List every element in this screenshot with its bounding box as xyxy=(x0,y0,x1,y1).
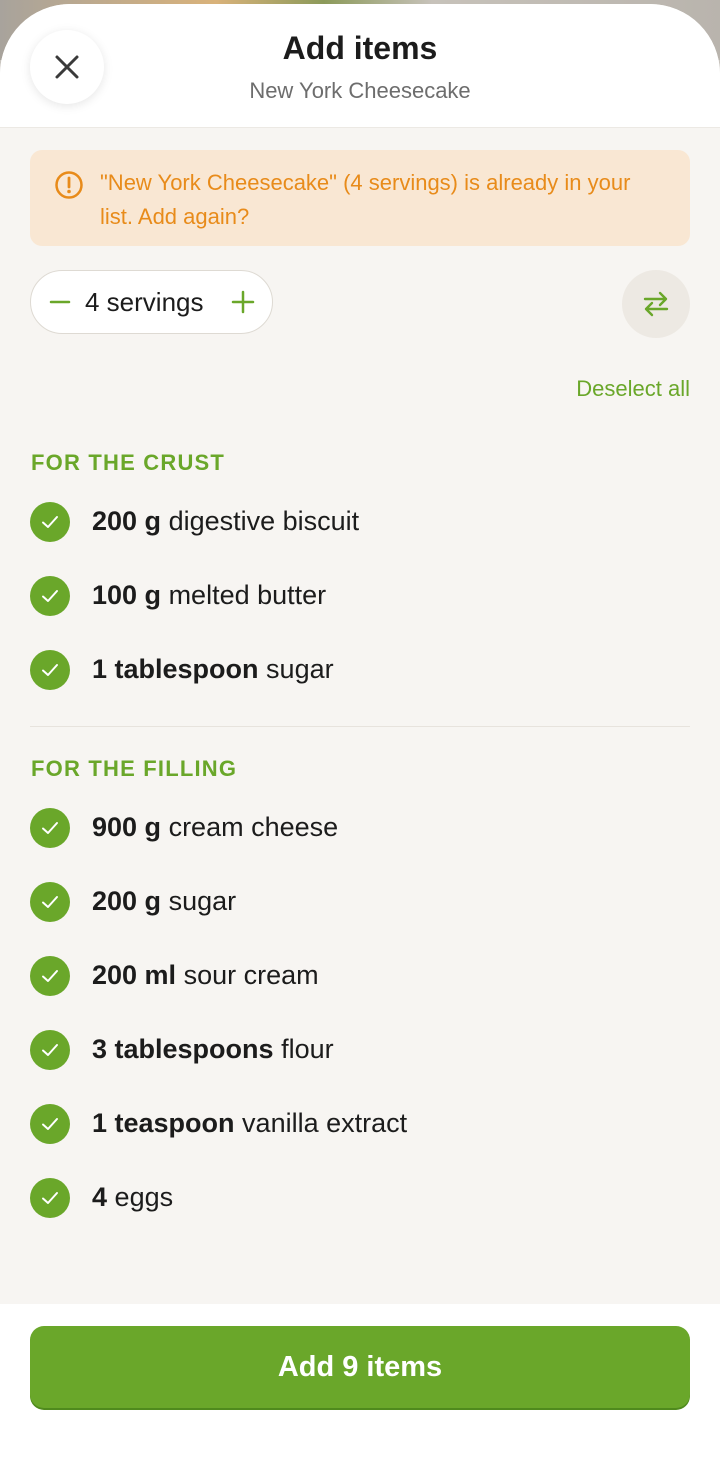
ingredient-name: sugar xyxy=(266,654,334,684)
checkmark-icon xyxy=(42,1192,58,1204)
ingredient-quantity: 900 g xyxy=(92,812,162,842)
ingredient-checkbox[interactable] xyxy=(30,882,70,922)
ingredient-row[interactable]: 100 g melted butter xyxy=(30,576,690,636)
servings-stepper: 4 servings xyxy=(30,270,273,334)
ingredient-name: melted butter xyxy=(168,580,327,610)
ingredient-checkbox[interactable] xyxy=(30,650,70,690)
ingredient-quantity: 200 ml xyxy=(92,960,177,990)
section-title-filling: FOR THE FILLING xyxy=(31,756,238,781)
ingredient-checkbox[interactable] xyxy=(30,502,70,542)
ingredient-name: vanilla extract xyxy=(242,1108,408,1138)
swap-button[interactable] xyxy=(622,270,690,338)
ingredient-row[interactable]: 4 eggs xyxy=(30,1178,690,1238)
ingredient-row[interactable]: 3 tablespoons flour xyxy=(30,1030,690,1090)
ingredient-name: digestive biscuit xyxy=(168,506,360,536)
checkmark-icon xyxy=(42,1044,58,1056)
checkmark-icon xyxy=(42,970,58,982)
add-items-sheet: Add items New York Cheesecake "New York … xyxy=(0,4,720,1466)
increase-servings-button[interactable] xyxy=(231,290,255,319)
ingredient-quantity: 200 g xyxy=(92,886,162,916)
deselect-all-link[interactable]: Deselect all xyxy=(576,376,690,402)
warning-icon xyxy=(55,171,83,199)
section-divider xyxy=(30,726,690,727)
ingredient-quantity: 1 teaspoon xyxy=(92,1108,235,1138)
ingredient-name: eggs xyxy=(114,1182,174,1212)
swap-arrows-icon xyxy=(643,291,669,317)
ingredient-quantity: 4 xyxy=(92,1182,108,1212)
ingredient-name: sugar xyxy=(168,886,237,916)
ingredient-name: sour cream xyxy=(183,960,319,990)
page-title: Add items xyxy=(282,30,438,66)
ingredient-row[interactable]: 200 g sugar xyxy=(30,882,690,942)
checkmark-icon xyxy=(42,516,58,528)
ingredient-name: flour xyxy=(281,1034,334,1064)
ingredient-quantity: 200 g xyxy=(92,506,162,536)
ingredient-checkbox[interactable] xyxy=(30,1178,70,1218)
ingredient-quantity: 1 tablespoon xyxy=(92,654,259,684)
plus-icon xyxy=(231,290,255,314)
ingredient-row[interactable]: 1 teaspoon vanilla extract xyxy=(30,1104,690,1164)
ingredient-checkbox[interactable] xyxy=(30,808,70,848)
warning-text: "New York Cheesecake" (4 servings) is al… xyxy=(100,170,631,229)
ingredient-quantity: 3 tablespoons xyxy=(92,1034,274,1064)
decrease-servings-button[interactable] xyxy=(49,291,71,318)
duplicate-warning-banner: "New York Cheesecake" (4 servings) is al… xyxy=(30,150,690,246)
section-title-crust: FOR THE CRUST xyxy=(31,450,226,475)
ingredient-quantity: 100 g xyxy=(92,580,162,610)
ingredient-row[interactable]: 200 ml sour cream xyxy=(30,956,690,1016)
sheet-footer: Add 9 items xyxy=(0,1304,720,1466)
add-items-button[interactable]: Add 9 items xyxy=(30,1326,690,1408)
checkmark-icon xyxy=(42,590,58,602)
checkmark-icon xyxy=(42,822,58,834)
ingredient-row[interactable]: 1 tablespoon sugar xyxy=(30,650,690,710)
checkmark-icon xyxy=(42,664,58,676)
checkmark-icon xyxy=(42,1118,58,1130)
sheet-header: Add items New York Cheesecake xyxy=(0,4,720,128)
ingredient-row[interactable]: 200 g digestive biscuit xyxy=(30,502,690,562)
servings-count: 4 servings xyxy=(85,287,204,317)
ingredient-row[interactable]: 900 g cream cheese xyxy=(30,808,690,868)
ingredient-name: cream cheese xyxy=(168,812,339,842)
checkmark-icon xyxy=(42,896,58,908)
ingredient-checkbox[interactable] xyxy=(30,956,70,996)
ingredient-checkbox[interactable] xyxy=(30,576,70,616)
ingredient-checkbox[interactable] xyxy=(30,1104,70,1144)
recipe-name: New York Cheesecake xyxy=(249,78,471,103)
ingredient-checkbox[interactable] xyxy=(30,1030,70,1070)
minus-icon xyxy=(49,300,71,304)
